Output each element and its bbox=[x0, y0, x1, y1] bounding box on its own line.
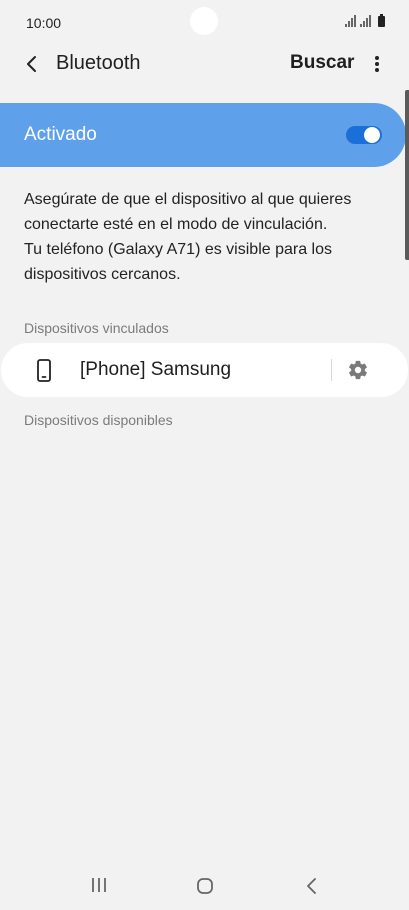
back-button[interactable] bbox=[20, 52, 44, 76]
scroll-indicator bbox=[405, 90, 409, 260]
app-bar: Bluetooth Buscar bbox=[0, 46, 409, 82]
more-vertical-icon bbox=[375, 56, 379, 72]
description-line: Tu teléfono (Galaxy A71) es visible para… bbox=[24, 241, 333, 258]
status-icons bbox=[345, 14, 385, 27]
signal-icon bbox=[360, 15, 371, 27]
gear-icon bbox=[349, 360, 367, 380]
home-icon[interactable] bbox=[196, 877, 214, 895]
navigation-bar bbox=[0, 862, 409, 910]
signal-icon bbox=[345, 15, 356, 27]
paired-device-item[interactable]: [Phone] Samsung bbox=[1, 343, 408, 397]
paired-devices-header: Dispositivos vinculados bbox=[24, 320, 169, 336]
status-time: 10:00 bbox=[26, 15, 62, 31]
switch-knob bbox=[364, 127, 380, 143]
back-icon[interactable] bbox=[304, 877, 320, 895]
bluetooth-switch[interactable] bbox=[346, 125, 382, 145]
camera-cutout bbox=[190, 7, 218, 35]
device-name: [Phone] Samsung bbox=[80, 359, 232, 380]
phone-icon bbox=[37, 359, 51, 382]
page-title: Bluetooth bbox=[56, 52, 141, 74]
divider bbox=[331, 359, 332, 381]
battery-icon bbox=[378, 14, 385, 27]
chevron-left-icon bbox=[27, 56, 36, 72]
available-devices-header: Dispositivos disponibles bbox=[24, 412, 173, 428]
description-line: Asegúrate de que el dispositivo al que q… bbox=[24, 191, 352, 208]
status-bar: 10:00 bbox=[0, 0, 409, 46]
bluetooth-description: Asegúrate de que el dispositivo al que q… bbox=[24, 187, 389, 287]
more-options-button[interactable] bbox=[366, 52, 388, 76]
description-line: conectarte esté en el modo de vinculació… bbox=[24, 216, 328, 233]
recents-icon[interactable] bbox=[90, 877, 110, 893]
device-settings-button[interactable] bbox=[346, 358, 370, 382]
search-button[interactable]: Buscar bbox=[290, 52, 354, 74]
description-line: dispositivos cercanos. bbox=[24, 266, 181, 283]
bluetooth-toggle-label: Activado bbox=[24, 124, 97, 145]
